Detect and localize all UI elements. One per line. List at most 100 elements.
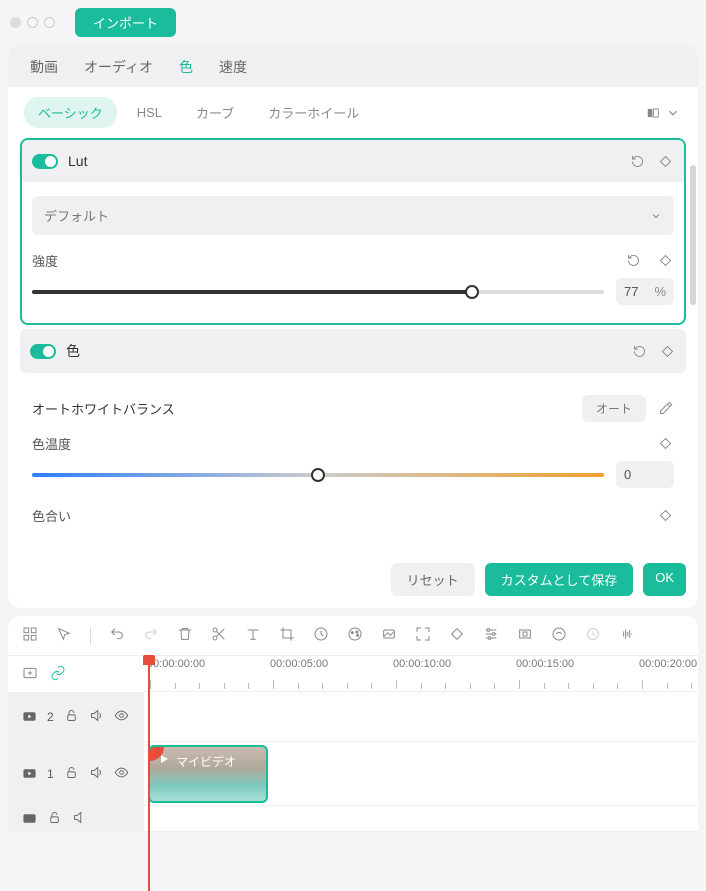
lock-icon[interactable] bbox=[64, 708, 79, 726]
sub-tabs: ベーシック HSL カーブ カラーホイール bbox=[8, 87, 698, 138]
marker-icon[interactable] bbox=[585, 626, 601, 645]
traffic-light-dot bbox=[10, 17, 21, 28]
playhead[interactable] bbox=[148, 656, 150, 891]
temperature-slider[interactable] bbox=[32, 473, 604, 477]
mute-icon[interactable] bbox=[89, 765, 104, 783]
reset-icon[interactable] bbox=[630, 342, 648, 360]
track-row: 1 マイビデオ bbox=[8, 742, 698, 806]
track-head bbox=[8, 806, 144, 831]
lut-section: Lut デフォルト 強度 bbox=[20, 138, 686, 325]
intensity-label: 強度 bbox=[32, 251, 58, 270]
temperature-label: 色温度 bbox=[32, 434, 71, 453]
eye-icon[interactable] bbox=[114, 765, 129, 783]
chevron-down-icon bbox=[650, 210, 662, 222]
traffic-light-circle bbox=[44, 17, 55, 28]
color-section-header: 色 bbox=[20, 329, 686, 373]
track-row: 2 bbox=[8, 692, 698, 742]
ruler-label: 00:00:15:00 bbox=[516, 658, 574, 670]
keyframe-icon[interactable] bbox=[656, 252, 674, 270]
scissors-icon[interactable] bbox=[211, 626, 227, 645]
color-toggle[interactable] bbox=[30, 344, 56, 359]
video-icon bbox=[22, 811, 37, 826]
subtab-basic[interactable]: ベーシック bbox=[24, 97, 117, 128]
ruler-label: 00:00:05:00 bbox=[270, 658, 328, 670]
import-button[interactable]: インポート bbox=[75, 8, 176, 37]
subtab-curves[interactable]: カーブ bbox=[182, 97, 248, 128]
ruler-label: 00:00:10:00 bbox=[393, 658, 451, 670]
keyframe-tool-icon[interactable] bbox=[449, 626, 465, 645]
tab-speed[interactable]: 速度 bbox=[219, 57, 247, 77]
intensity-slider[interactable] bbox=[32, 290, 604, 294]
subtab-wheel[interactable]: カラーホイール bbox=[254, 97, 373, 128]
box-icon[interactable] bbox=[517, 626, 533, 645]
mute-icon[interactable] bbox=[72, 810, 87, 828]
keyframe-icon[interactable] bbox=[658, 342, 676, 360]
compare-toggle[interactable] bbox=[646, 106, 680, 120]
auto-button[interactable]: オート bbox=[582, 395, 646, 422]
ruler-label: 00:00:00:00 bbox=[147, 658, 205, 670]
keyframe-icon[interactable] bbox=[656, 435, 674, 453]
property-panel: 動画 オーディオ 色 速度 ベーシック HSL カーブ カラーホイール Lut … bbox=[8, 45, 698, 608]
save-custom-button[interactable]: カスタムとして保存 bbox=[485, 563, 634, 596]
track-number: 2 bbox=[47, 710, 54, 724]
redo-icon[interactable] bbox=[143, 626, 159, 645]
clip-title: マイビデオ bbox=[176, 753, 236, 770]
lut-title: Lut bbox=[68, 153, 618, 169]
crop-icon[interactable] bbox=[279, 626, 295, 645]
action-bar: リセット カスタムとして保存 OK bbox=[8, 553, 698, 608]
ok-button[interactable]: OK bbox=[643, 563, 686, 596]
keyframe-icon[interactable] bbox=[656, 507, 674, 525]
chevron-down-icon bbox=[666, 106, 680, 120]
timeline-toolbar bbox=[8, 616, 698, 656]
track-row bbox=[8, 806, 698, 832]
video-clip[interactable]: マイビデオ bbox=[148, 745, 268, 803]
waveform-icon[interactable] bbox=[619, 626, 635, 645]
temperature-value[interactable]: 0 bbox=[616, 461, 674, 488]
track-number: 1 bbox=[47, 767, 54, 781]
undo-icon[interactable] bbox=[109, 626, 125, 645]
lut-select-value: デフォルト bbox=[44, 206, 109, 225]
palette-icon[interactable] bbox=[347, 626, 363, 645]
mask-icon[interactable] bbox=[381, 626, 397, 645]
add-track-icon[interactable] bbox=[22, 665, 38, 684]
speed-icon[interactable] bbox=[313, 626, 329, 645]
play-icon bbox=[158, 753, 170, 768]
main-tabs: 動画 オーディオ 色 速度 bbox=[8, 45, 698, 87]
awb-label: オートホワイトバランス bbox=[32, 399, 175, 418]
time-ruler[interactable]: 00:00:00:00 00:00:05:00 00:00:10:00 00:0… bbox=[144, 656, 698, 692]
lut-toggle[interactable] bbox=[32, 154, 58, 169]
fit-icon[interactable] bbox=[415, 626, 431, 645]
grid-icon[interactable] bbox=[22, 626, 38, 645]
trash-icon[interactable] bbox=[177, 626, 193, 645]
tab-video[interactable]: 動画 bbox=[30, 57, 58, 77]
adjust-icon[interactable] bbox=[483, 626, 499, 645]
scrollbar[interactable] bbox=[690, 115, 696, 445]
lut-select[interactable]: デフォルト bbox=[32, 196, 674, 235]
eye-icon[interactable] bbox=[114, 708, 129, 726]
video-icon bbox=[22, 709, 37, 724]
reset-icon[interactable] bbox=[624, 252, 642, 270]
intensity-value[interactable]: 77 % bbox=[616, 278, 674, 305]
link-icon[interactable] bbox=[50, 665, 66, 684]
tab-color[interactable]: 色 bbox=[179, 57, 193, 77]
cursor-icon[interactable] bbox=[56, 626, 72, 645]
subtab-hsl[interactable]: HSL bbox=[123, 99, 176, 126]
video-icon bbox=[22, 766, 37, 781]
keyframe-icon[interactable] bbox=[656, 152, 674, 170]
tab-audio[interactable]: オーディオ bbox=[84, 57, 153, 77]
track-head: 1 bbox=[8, 742, 144, 805]
timeline-panel: 00:00:00:00 00:00:05:00 00:00:10:00 00:0… bbox=[8, 616, 698, 832]
traffic-light-circle bbox=[27, 17, 38, 28]
audio-icon[interactable] bbox=[551, 626, 567, 645]
reset-button[interactable]: リセット bbox=[391, 563, 475, 596]
titlebar: インポート bbox=[0, 0, 706, 45]
text-icon[interactable] bbox=[245, 626, 261, 645]
lock-icon[interactable] bbox=[64, 765, 79, 783]
lock-icon[interactable] bbox=[47, 810, 62, 828]
color-title: 色 bbox=[66, 341, 620, 361]
mute-icon[interactable] bbox=[89, 708, 104, 726]
reset-icon[interactable] bbox=[628, 152, 646, 170]
eyedropper-icon[interactable] bbox=[656, 400, 674, 418]
track-head: 2 bbox=[8, 692, 144, 741]
ruler-label: 00:00:20:00 bbox=[639, 658, 697, 670]
